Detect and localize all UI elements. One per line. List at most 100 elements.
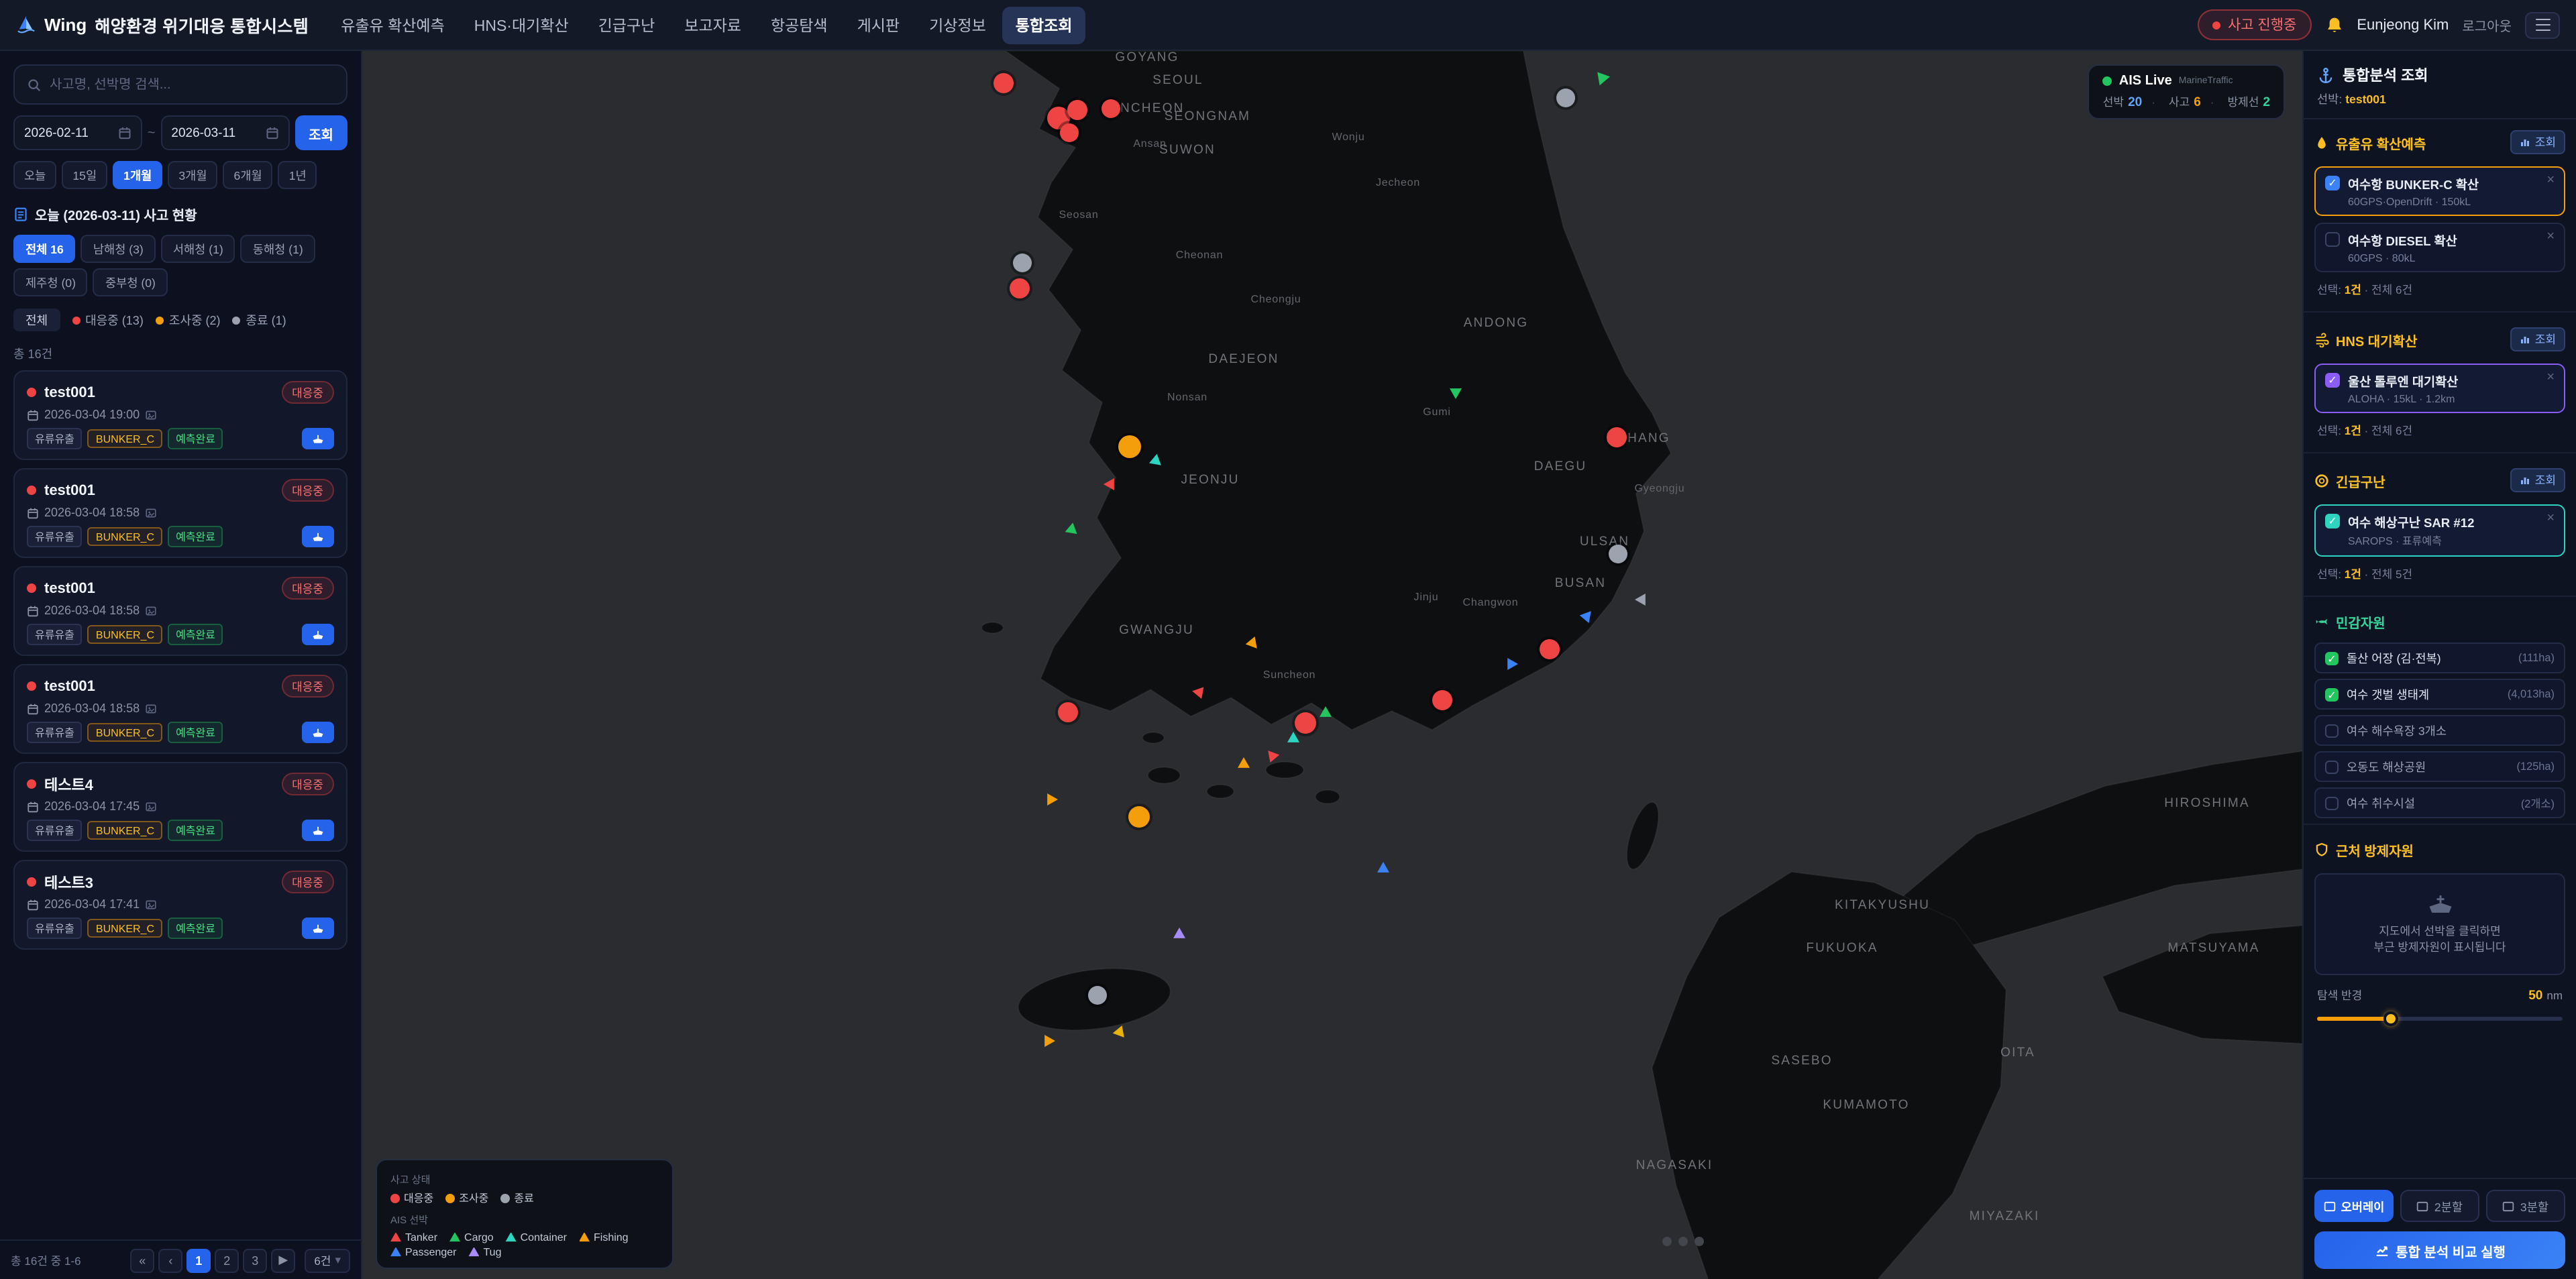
map-marker[interactable] xyxy=(1609,545,1627,563)
resource-row[interactable]: 오동도 해상공원 (125ha) xyxy=(2314,751,2565,782)
range-chip[interactable]: 3개월 xyxy=(168,161,217,189)
show-on-map-button[interactable] xyxy=(302,820,334,841)
region-filter-chip[interactable]: 제주청 (0) xyxy=(13,268,88,296)
legend-item: Cargo xyxy=(449,1231,494,1243)
nav-item[interactable]: 통합조회 xyxy=(1002,6,1086,44)
nav-item[interactable]: 기상정보 xyxy=(916,6,1000,44)
map-marker[interactable] xyxy=(1088,986,1107,1005)
date-search-button[interactable]: 조회 xyxy=(294,115,347,150)
auto-play-button[interactable]: ▶ xyxy=(271,1248,295,1272)
incident-card[interactable]: test001 대응중 2026-03-04 18:58 유류유출 BUNKER… xyxy=(13,566,347,656)
page-number-button[interactable]: 1 xyxy=(186,1248,211,1272)
region-filter-chip[interactable]: 남해청 (3) xyxy=(81,235,156,263)
page-size-select[interactable]: 6건 ▾ xyxy=(305,1248,350,1272)
close-icon[interactable]: × xyxy=(2546,372,2555,385)
show-on-map-button[interactable] xyxy=(302,917,334,939)
status-filter[interactable]: 전체 xyxy=(13,309,60,331)
map-controls[interactable] xyxy=(1662,1237,1704,1246)
incident-card[interactable]: test001 대응중 2026-03-04 19:00 유류유출 BUNKER… xyxy=(13,370,347,460)
nav-item[interactable]: HNS·대기확산 xyxy=(461,6,582,44)
range-chip[interactable]: 1년 xyxy=(278,161,317,189)
view-mode-button[interactable]: 2분할 xyxy=(2400,1190,2479,1222)
close-icon[interactable]: × xyxy=(2546,231,2555,244)
incident-card[interactable]: test001 대응중 2026-03-04 18:58 유류유출 BUNKER… xyxy=(13,468,347,558)
resource-checkbox[interactable] xyxy=(2325,796,2339,810)
region-filter-chip[interactable]: 서해청 (1) xyxy=(161,235,235,263)
incident-card[interactable]: test001 대응중 2026-03-04 18:58 유류유출 BUNKER… xyxy=(13,664,347,754)
view-mode-button[interactable]: 3분할 xyxy=(2486,1190,2565,1222)
hns-query-button[interactable]: 조회 xyxy=(2511,327,2565,351)
scenario-item[interactable]: 여수항 DIESEL 확산 60GPS · 80kL × xyxy=(2314,223,2565,272)
nav-item[interactable]: 게시판 xyxy=(844,6,914,44)
map-marker[interactable] xyxy=(1058,702,1078,722)
nav-item[interactable]: 유출유 확산예측 xyxy=(327,6,458,44)
show-on-map-button[interactable] xyxy=(302,428,334,449)
scenario-checkbox[interactable] xyxy=(2325,373,2340,388)
run-analysis-button[interactable]: 통합 분석 비교 실행 xyxy=(2314,1231,2565,1269)
slider-knob[interactable] xyxy=(2383,1011,2398,1025)
region-filter-chip[interactable]: 전체 16 xyxy=(13,235,76,263)
menu-button[interactable] xyxy=(2525,11,2560,38)
map-marker[interactable] xyxy=(1607,427,1627,447)
range-chip[interactable]: 오늘 xyxy=(13,161,56,189)
range-chip[interactable]: 6개월 xyxy=(223,161,273,189)
page-number-button[interactable]: 3 xyxy=(243,1248,267,1272)
sar-query-button[interactable]: 조회 xyxy=(2511,468,2565,492)
nav-item[interactable]: 보고자료 xyxy=(671,6,755,44)
map-marker[interactable] xyxy=(994,73,1014,93)
close-icon[interactable]: × xyxy=(2546,174,2555,188)
incident-card[interactable]: 테스트3 대응중 2026-03-04 17:41 유류유출 BUNKER_C xyxy=(13,860,347,950)
region-filter-chip[interactable]: 중부청 (0) xyxy=(93,268,168,296)
status-filter[interactable]: 조사중 (2) xyxy=(156,311,221,329)
show-on-map-button[interactable] xyxy=(302,526,334,547)
oil-query-button[interactable]: 조회 xyxy=(2511,130,2565,154)
map-marker[interactable] xyxy=(1102,99,1120,118)
scenario-checkbox[interactable] xyxy=(2325,232,2340,247)
status-filter[interactable]: 대응중 (13) xyxy=(72,311,144,329)
resource-checkbox[interactable] xyxy=(2325,724,2339,737)
view-mode-button[interactable]: 오버레이 xyxy=(2314,1190,2394,1222)
scenario-item[interactable]: 여수항 BUNKER-C 확산 60GPS·OpenDrift · 150kL … xyxy=(2314,166,2565,216)
map-marker[interactable] xyxy=(1118,435,1141,458)
scenario-checkbox[interactable] xyxy=(2325,514,2340,529)
scenario-checkbox[interactable] xyxy=(2325,176,2340,190)
show-on-map-button[interactable] xyxy=(302,624,334,645)
scenario-item[interactable]: 여수 해상구난 SAR #12 SAROPS · 표류예측 × xyxy=(2314,504,2565,557)
resource-row[interactable]: 돌산 어장 (김·전복) (111ha) xyxy=(2314,643,2565,673)
date-to-input[interactable]: 2026-03-11 xyxy=(160,115,289,150)
map-marker[interactable] xyxy=(1010,278,1030,298)
radius-slider[interactable] xyxy=(2317,1009,2563,1025)
scenario-item[interactable]: 울산 톨루엔 대기확산 ALOHA · 15kL · 1.2km × xyxy=(2314,364,2565,413)
resource-row[interactable]: 여수 취수시설 (2개소) xyxy=(2314,787,2565,818)
map-marker[interactable] xyxy=(1060,123,1079,142)
region-filter-chip[interactable]: 동해청 (1) xyxy=(241,235,315,263)
first-page-button[interactable]: « xyxy=(130,1248,154,1272)
map-marker[interactable] xyxy=(1128,806,1150,828)
map-canvas[interactable]: GOYANG SEOUL INCHEON SEONGNAM Ansan SUWO… xyxy=(362,51,2302,1279)
map-marker[interactable] xyxy=(1432,690,1452,710)
nav-item[interactable]: 긴급구난 xyxy=(585,6,669,44)
map-marker[interactable] xyxy=(1013,254,1032,272)
incident-card[interactable]: 테스트4 대응중 2026-03-04 17:45 유류유출 BUNKER_C xyxy=(13,762,347,852)
nav-item[interactable]: 항공탐색 xyxy=(757,6,841,44)
close-icon[interactable]: × xyxy=(2546,512,2555,526)
logout-button[interactable]: 로그아웃 xyxy=(2462,15,2512,35)
range-chip[interactable]: 1개월 xyxy=(113,161,162,189)
status-filter[interactable]: 종료 (1) xyxy=(233,311,286,329)
resource-row[interactable]: 여수 해수욕장 3개소 xyxy=(2314,715,2565,746)
resource-checkbox[interactable] xyxy=(2325,760,2339,773)
search-input[interactable] xyxy=(50,77,334,92)
map-marker[interactable] xyxy=(1067,100,1087,120)
resource-row[interactable]: 여수 갯벌 생태계 (4,013ha) xyxy=(2314,679,2565,710)
map-marker[interactable] xyxy=(1540,639,1560,659)
map-marker[interactable] xyxy=(1295,712,1316,734)
page-number-button[interactable]: 2 xyxy=(215,1248,239,1272)
resource-checkbox[interactable] xyxy=(2325,687,2339,701)
show-on-map-button[interactable] xyxy=(302,722,334,743)
resource-checkbox[interactable] xyxy=(2325,651,2339,665)
map-marker[interactable] xyxy=(1556,89,1575,107)
date-from-input[interactable]: 2026-02-11 xyxy=(13,115,142,150)
range-chip[interactable]: 15일 xyxy=(62,161,107,189)
prev-page-button[interactable]: ‹ xyxy=(158,1248,182,1272)
notifications-bell-icon[interactable] xyxy=(2324,15,2343,34)
